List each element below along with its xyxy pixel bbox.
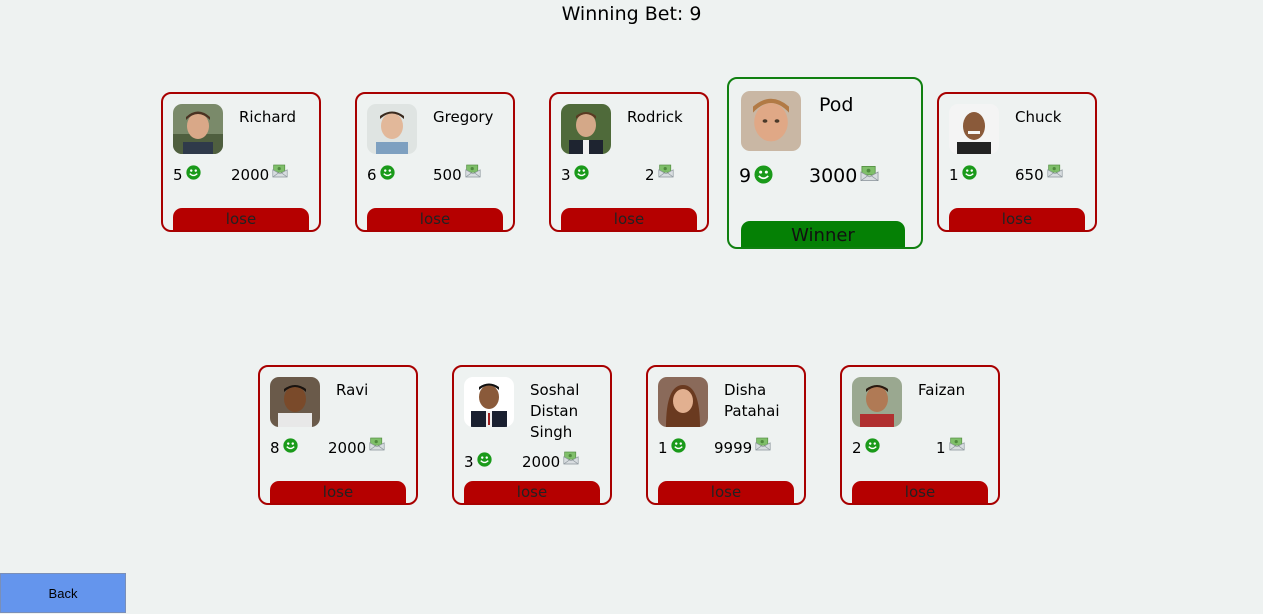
result-badge: lose	[270, 481, 406, 503]
result-badge: lose	[852, 481, 988, 503]
player-name: Soshal Distan Singh	[530, 381, 580, 441]
result-badge: lose	[464, 481, 600, 503]
bet-count: 9	[739, 165, 752, 187]
player-card-gregory: Gregory 6 500 lose	[355, 92, 515, 232]
money-amount: 2000	[328, 439, 367, 457]
cash-envelope-icon	[860, 165, 879, 182]
player-photo-icon	[464, 377, 514, 427]
player-card-rodrick: Rodrick 3 2 lose	[549, 92, 709, 232]
money-amount: 3000	[809, 165, 858, 187]
player-name: Rodrick	[627, 108, 683, 126]
player-photo-icon	[367, 104, 417, 154]
smiley-icon	[865, 438, 880, 453]
player-card-soshal-distan-singh: Soshal Distan Singh 3 2000 lose	[452, 365, 612, 505]
cash-envelope-icon	[272, 164, 288, 178]
player-card-ravi: Ravi 8 2000 lose	[258, 365, 418, 505]
money-amount: 1	[936, 439, 946, 457]
money-amount: 500	[433, 166, 462, 184]
smiley-icon	[574, 165, 589, 180]
result-badge: lose	[561, 208, 697, 230]
money-amount: 2000	[231, 166, 270, 184]
smiley-icon	[754, 165, 773, 184]
money-amount: 2	[645, 166, 655, 184]
player-card-disha-patahai: Disha Patahai 1 9999 lose	[646, 365, 806, 505]
player-name: Disha Patahai	[724, 381, 780, 420]
player-photo-icon	[949, 104, 999, 154]
result-badge: lose	[173, 208, 309, 230]
player-name: Gregory	[433, 108, 494, 126]
smiley-icon	[283, 438, 298, 453]
player-photo-icon	[852, 377, 902, 427]
back-button[interactable]: Back	[0, 573, 126, 613]
bet-count: 2	[852, 439, 862, 457]
cash-envelope-icon	[755, 437, 771, 451]
player-name: Faizan	[918, 381, 966, 399]
player-card-richard: Richard 5 2000 lose	[161, 92, 321, 232]
bet-count: 3	[561, 166, 571, 184]
player-photo-icon	[270, 377, 320, 427]
bet-count: 8	[270, 439, 280, 457]
bet-count: 6	[367, 166, 377, 184]
smiley-icon	[962, 165, 977, 180]
smiley-icon	[380, 165, 395, 180]
smiley-icon	[186, 165, 201, 180]
smiley-icon	[477, 452, 492, 467]
cash-envelope-icon	[369, 437, 385, 451]
player-card-chuck: Chuck 1 650 lose	[937, 92, 1097, 232]
player-photo-icon	[658, 377, 708, 427]
player-name: Ravi	[336, 381, 369, 399]
bet-count: 3	[464, 453, 474, 471]
cash-envelope-icon	[1047, 164, 1063, 178]
bet-count: 1	[658, 439, 668, 457]
money-amount: 2000	[522, 453, 561, 471]
cash-envelope-icon	[465, 164, 481, 178]
smiley-icon	[671, 438, 686, 453]
result-badge: lose	[658, 481, 794, 503]
player-photo-icon	[173, 104, 223, 154]
player-photo-icon	[741, 91, 801, 151]
cash-envelope-icon	[658, 164, 674, 178]
winning-bet-title: Winning Bet: 9	[561, 3, 702, 25]
money-amount: 650	[1015, 166, 1044, 184]
player-name: Pod	[819, 94, 854, 116]
cash-envelope-icon	[563, 451, 579, 465]
player-photo-icon	[561, 104, 611, 154]
player-card-pod: Pod 9 3000 Winner	[727, 77, 923, 249]
result-badge: lose	[367, 208, 503, 230]
bet-count: 1	[949, 166, 959, 184]
result-badge: Winner	[741, 221, 905, 247]
bet-count: 5	[173, 166, 183, 184]
player-name: Chuck	[1015, 108, 1062, 126]
money-amount: 9999	[714, 439, 753, 457]
player-name: Richard	[239, 108, 296, 126]
result-badge: lose	[949, 208, 1085, 230]
player-card-faizan: Faizan 2 1 lose	[840, 365, 1000, 505]
cash-envelope-icon	[949, 437, 965, 451]
